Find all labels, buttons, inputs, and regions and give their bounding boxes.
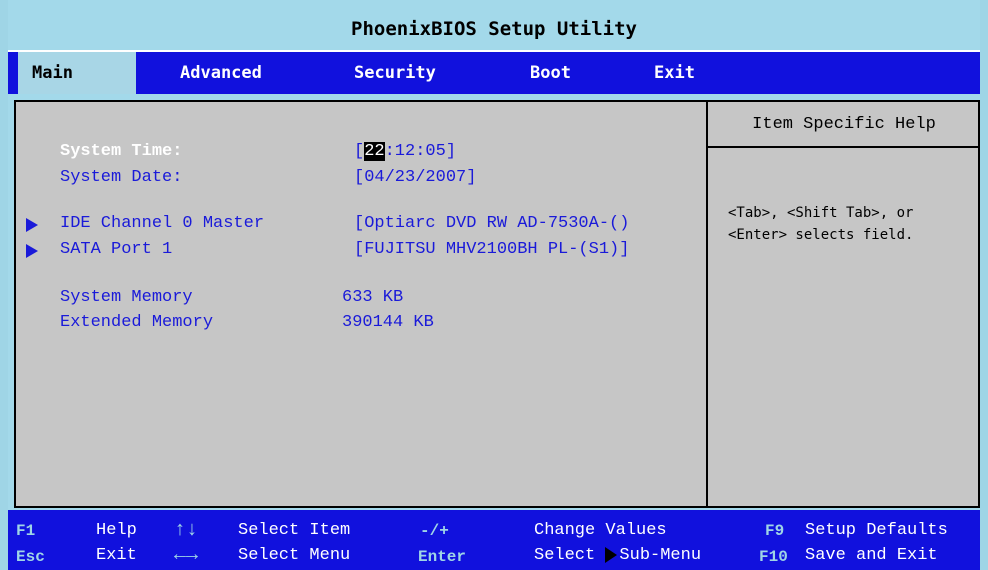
system-time-value[interactable]: [22:12:05]	[354, 142, 456, 161]
key-setup-defaults-desc: Setup Defaults	[805, 521, 948, 540]
key-exit-desc: Exit	[96, 546, 137, 565]
key-enter: Enter	[418, 548, 467, 566]
key-f1: F1	[16, 522, 36, 540]
system-memory-label: System Memory	[60, 288, 193, 307]
submenu-arrow-icon	[26, 218, 38, 232]
extended-memory-label: Extended Memory	[60, 313, 214, 332]
key-change-values-desc: Change Values	[534, 521, 667, 540]
main-panel: System Time: [22:12:05] System Date: [04…	[14, 100, 980, 508]
tab-security[interactable]: Security	[354, 52, 436, 94]
title-bar: PhoenixBIOS Setup Utility	[8, 8, 980, 52]
system-date-value[interactable]: [04/23/2007]	[354, 168, 476, 187]
key-f9: F9	[765, 522, 785, 540]
time-hour-field[interactable]: 22	[364, 142, 385, 161]
tab-advanced[interactable]: Advanced	[180, 52, 262, 94]
menu-bar: Main Advanced Security Boot Exit	[8, 52, 980, 94]
system-date-label: System Date:	[60, 168, 183, 187]
settings-pane: System Time: [22:12:05] System Date: [04…	[16, 102, 706, 506]
system-memory-value: 633 KB	[342, 288, 404, 307]
help-pane: Item Specific Help <Tab>, <Shift Tab>, o…	[706, 102, 980, 506]
submenu-arrow-icon	[26, 244, 38, 258]
ide-channel-value: [Optiarc DVD RW AD-7530A-()	[354, 214, 630, 233]
up-down-arrows-icon: ↑↓	[174, 519, 199, 542]
key-select-submenu-desc: Select Sub-Menu	[534, 546, 702, 565]
key-select-item-desc: Select Item	[238, 521, 351, 540]
tab-main[interactable]: Main	[18, 52, 136, 94]
key-select-menu-desc: Select Menu	[238, 546, 351, 565]
submenu-triangle-icon	[605, 546, 618, 563]
tab-boot[interactable]: Boot	[530, 52, 571, 94]
sata-port-label[interactable]: SATA Port 1	[60, 240, 172, 259]
left-right-arrows-icon: ←→	[174, 544, 199, 567]
key-f10: F10	[759, 548, 788, 566]
page-title: PhoenixBIOS Setup Utility	[351, 18, 637, 40]
key-minus-plus: -/+	[420, 522, 449, 540]
key-legend: F1 Help ↑↓ Select Item -/+ Change Values…	[8, 510, 980, 570]
tab-exit[interactable]: Exit	[654, 52, 695, 94]
extended-memory-value: 390144 KB	[342, 313, 434, 332]
help-text: <Tab>, <Shift Tab>, or <Enter> selects f…	[728, 205, 914, 243]
help-header: Item Specific Help	[708, 102, 980, 148]
key-save-exit-desc: Save and Exit	[805, 546, 938, 565]
system-time-label: System Time:	[60, 142, 183, 161]
ide-channel-label[interactable]: IDE Channel 0 Master	[60, 214, 264, 233]
key-esc: Esc	[16, 548, 45, 566]
key-help-desc: Help	[96, 521, 137, 540]
sata-port-value: [FUJITSU MHV2100BH PL-(S1)]	[354, 240, 630, 259]
